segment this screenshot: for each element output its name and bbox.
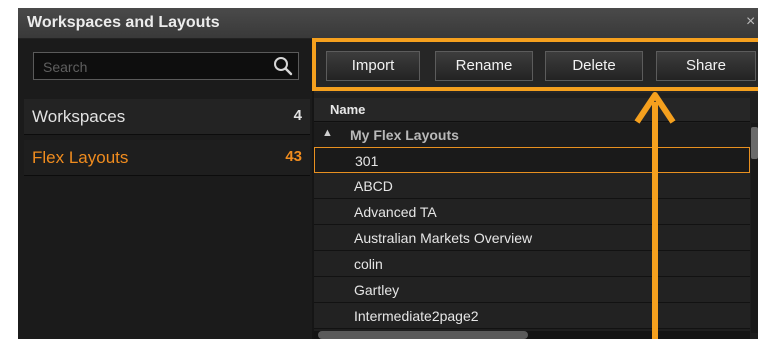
sidebar-item-label: Flex Layouts: [32, 148, 129, 167]
list-item[interactable]: colin: [314, 251, 750, 277]
toolbar: Import Rename Delete Share: [314, 39, 758, 93]
list-item[interactable]: 301: [314, 147, 750, 173]
sidebar-item-flex-layouts[interactable]: Flex Layouts 43: [24, 140, 310, 176]
sidebar-item-count: 43: [285, 148, 302, 165]
horizontal-scrollbar[interactable]: [314, 331, 750, 339]
delete-button[interactable]: Delete: [545, 51, 643, 81]
search-icon[interactable]: [273, 56, 293, 76]
group-my-flex-layouts[interactable]: ▲ My Flex Layouts: [314, 123, 750, 147]
share-button[interactable]: Share: [656, 51, 756, 81]
search-placeholder: Search: [43, 59, 88, 75]
search-input[interactable]: Search: [33, 52, 299, 80]
window-title: Workspaces and Layouts: [27, 14, 220, 31]
sidebar-item-label: Workspaces: [32, 107, 126, 126]
column-header-name[interactable]: Name: [314, 98, 750, 122]
list-item-label: ABCD: [354, 178, 393, 194]
list-item-label: Intermediate2page2: [354, 308, 479, 324]
rename-button[interactable]: Rename: [435, 51, 533, 81]
layouts-panel: Import Rename Delete Share Name ▲ My Fle…: [314, 39, 758, 339]
list-item-label: Gartley: [354, 282, 400, 298]
import-button[interactable]: Import: [326, 51, 420, 81]
group-label: My Flex Layouts: [350, 127, 459, 143]
list-item-label: Advanced TA: [354, 204, 437, 220]
list-item-label: colin: [354, 256, 383, 272]
sidebar: Search Workspaces 4 Flex Layouts 43: [18, 39, 312, 339]
horizontal-scroll-thumb[interactable]: [318, 331, 528, 339]
list-item[interactable]: Gartley: [314, 277, 750, 303]
collapse-triangle-icon[interactable]: ▲: [322, 127, 333, 139]
list-item-label: Australian Markets Overview: [354, 230, 533, 246]
sidebar-item-count: 4: [293, 107, 302, 124]
vertical-scroll-thumb[interactable]: [751, 127, 758, 159]
sidebar-item-workspaces[interactable]: Workspaces 4: [24, 99, 310, 135]
list-item-label: 301: [355, 153, 379, 169]
list-item[interactable]: Australian Markets Overview: [314, 225, 750, 251]
close-icon[interactable]: ×: [746, 13, 758, 31]
workspaces-layouts-window: Workspaces and Layouts × Search Workspac…: [18, 8, 758, 339]
vertical-scrollbar[interactable]: [751, 123, 758, 333]
list-item[interactable]: ABCD: [314, 173, 750, 199]
list-item[interactable]: Advanced TA: [314, 199, 750, 225]
column-header-label: Name: [330, 102, 366, 117]
list-item[interactable]: Intermediate2page2: [314, 303, 750, 329]
title-bar[interactable]: Workspaces and Layouts ×: [18, 8, 758, 39]
